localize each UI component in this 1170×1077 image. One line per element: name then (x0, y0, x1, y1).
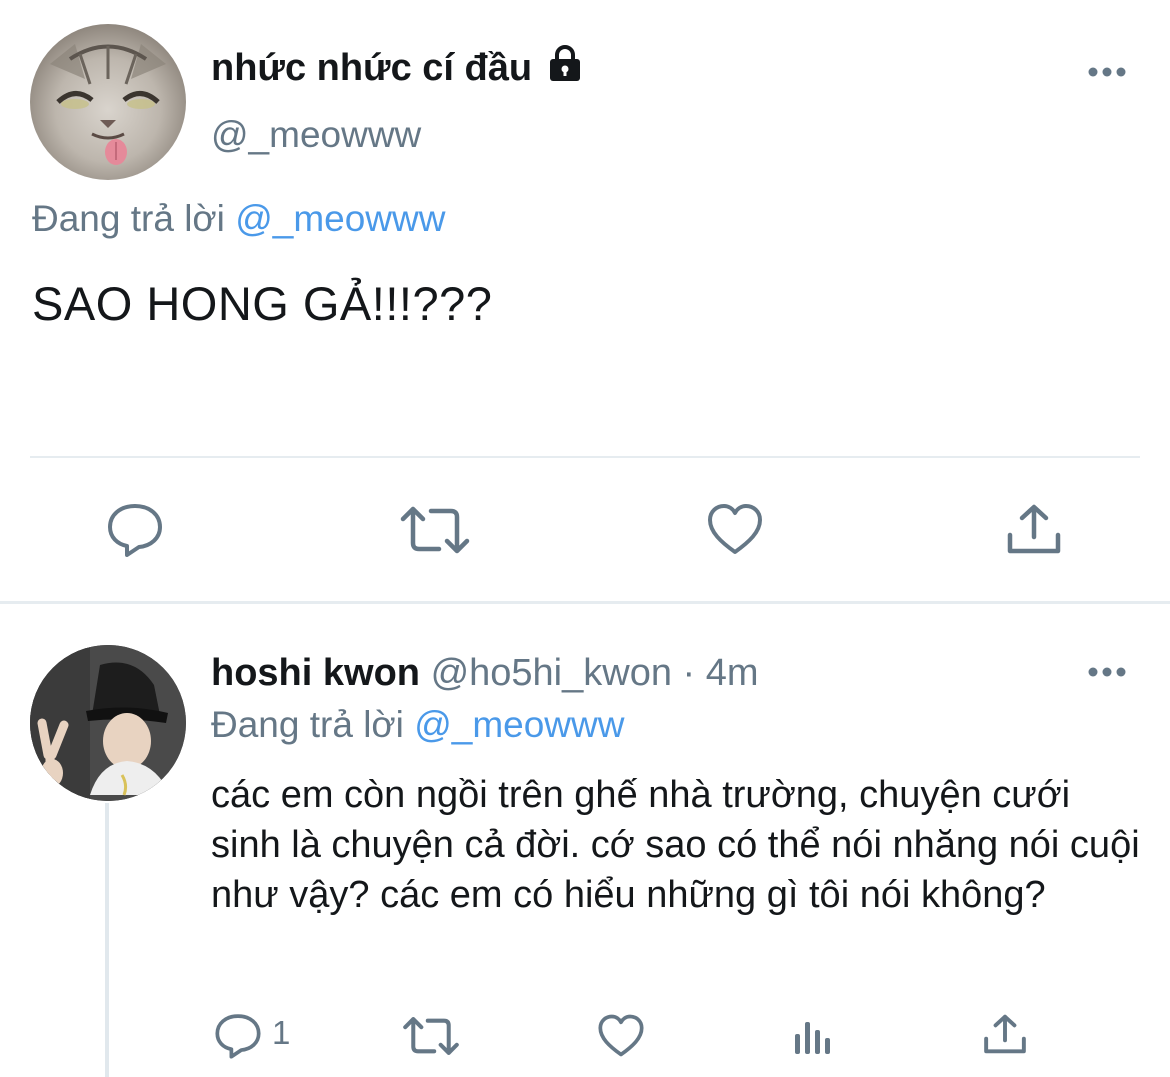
display-name-text[interactable]: nhức nhức cí đầu (211, 47, 532, 89)
thread-line (105, 803, 109, 1077)
person-avatar-image (30, 645, 186, 801)
replying-to-link[interactable]: @_meowww (414, 704, 624, 745)
avatar[interactable] (30, 24, 186, 180)
reply-header: hoshi kwon @ho5hi_kwon · 4m (211, 652, 759, 695)
tweet-text: SAO HONG GẢ!!!??? (32, 277, 493, 330)
reply-count: 1 (272, 1014, 291, 1051)
share-icon[interactable] (1006, 503, 1062, 560)
retweet-icon[interactable] (402, 1015, 460, 1062)
lock-icon (549, 45, 580, 81)
reply-icon[interactable] (214, 1012, 262, 1065)
analytics-icon[interactable] (793, 1016, 833, 1061)
more-options-icon[interactable] (1088, 65, 1126, 83)
more-options-icon[interactable] (1088, 665, 1126, 683)
timestamp[interactable]: 4m (706, 652, 759, 694)
replying-prefix: Đang trả lời (211, 704, 404, 745)
display-name[interactable]: nhức nhức cí đầu (211, 44, 583, 90)
handle[interactable]: @_meowww (211, 114, 421, 156)
avatar[interactable] (30, 645, 186, 801)
replying-to: Đang trả lời @_meowww (32, 198, 445, 240)
handle[interactable]: @ho5hi_kwon (431, 652, 672, 694)
replying-to-link[interactable]: @_meowww (235, 198, 445, 239)
replying-prefix: Đang trả lời (32, 198, 225, 239)
divider (30, 456, 1140, 458)
share-icon[interactable] (983, 1013, 1027, 1060)
cat-avatar-image (50, 44, 166, 165)
section-separator (0, 601, 1170, 604)
reply-icon[interactable] (106, 502, 164, 563)
meta-separator: · (682, 652, 696, 694)
like-icon[interactable] (706, 502, 764, 561)
like-icon[interactable] (597, 1013, 645, 1063)
replying-to: Đang trả lời @_meowww (211, 704, 624, 746)
retweet-icon[interactable] (399, 505, 471, 560)
display-name[interactable]: hoshi kwon (211, 652, 420, 694)
tweet-text: các em còn ngồi trên ghế nhà trường, chu… (211, 774, 1140, 916)
